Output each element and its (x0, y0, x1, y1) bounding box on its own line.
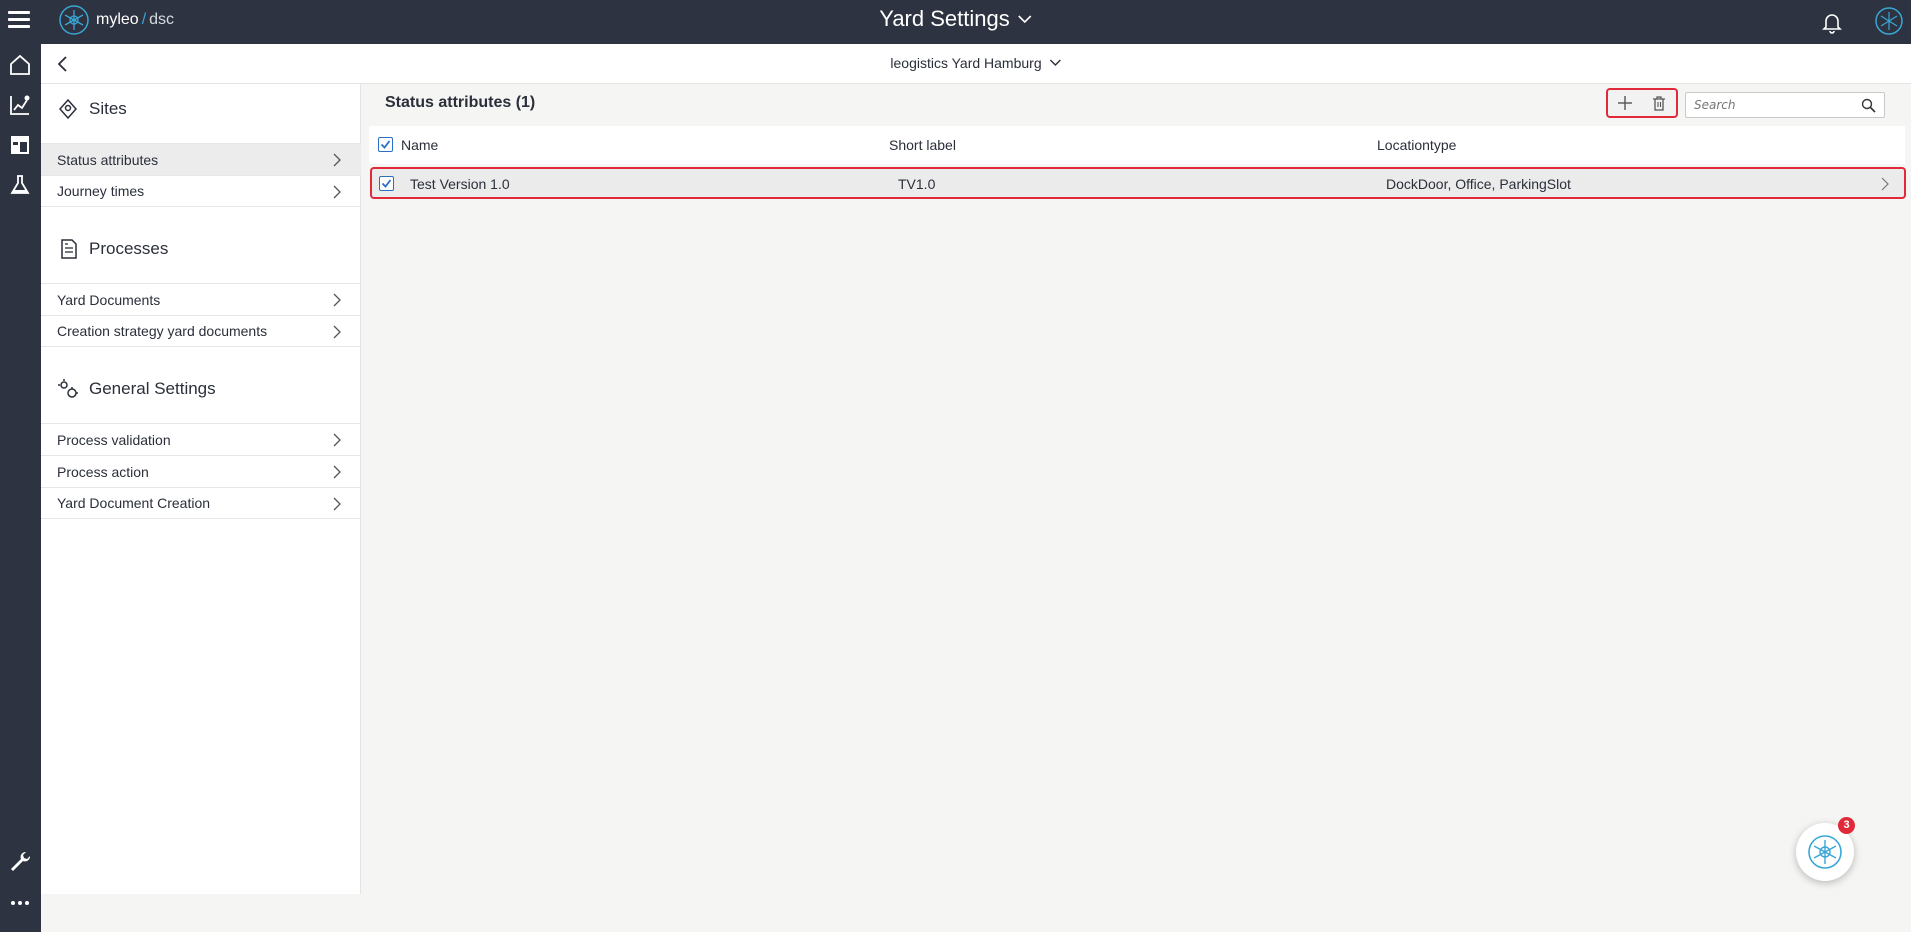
trash-icon (1653, 96, 1665, 111)
user-avatar-icon[interactable] (1874, 6, 1904, 36)
checkmark-icon (380, 140, 391, 149)
chevron-down-icon (1050, 59, 1062, 66)
chevron-right-icon (333, 465, 341, 479)
column-header-short-label[interactable]: Short label (889, 137, 956, 153)
assistant-logo-icon (1808, 835, 1842, 869)
section-title: Processes (89, 239, 169, 258)
chevron-right-icon (333, 293, 341, 307)
chevron-down-icon (1018, 15, 1032, 24)
sidebar-item-label: Journey times (57, 183, 145, 199)
chevron-right-icon (333, 153, 341, 167)
search-field[interactable] (1685, 92, 1885, 118)
settings-sidebar: Sites Status attributes Journey times Pr… (41, 84, 361, 894)
cell-short-label: TV1.0 (898, 176, 936, 192)
sidebar-item-label: Yard Documents (57, 291, 161, 308)
add-button[interactable] (1614, 92, 1636, 114)
section-sites: Sites (57, 98, 127, 120)
dashboard-icon[interactable] (7, 132, 33, 158)
chevron-right-icon (333, 325, 341, 339)
chevron-right-icon (333, 433, 341, 447)
logo-text: myleo / dsc (96, 11, 175, 28)
chevron-right-icon (1881, 177, 1889, 191)
location-diamond-icon (58, 98, 78, 120)
sidebar-item-status-attributes[interactable]: Status attributes (41, 143, 361, 175)
section-title: Sites (89, 99, 127, 118)
analytics-chart-icon[interactable] (7, 92, 33, 118)
back-arrow-icon[interactable] (53, 54, 73, 74)
select-all-checkbox[interactable] (378, 137, 393, 152)
site-name: leogistics Yard Hamburg (890, 55, 1042, 71)
document-list-icon (61, 239, 77, 259)
sidebar-item-label: Yard Document Creation (57, 495, 211, 511)
lab-flask-icon[interactable] (7, 172, 33, 198)
gears-icon (58, 379, 78, 398)
sidebar-item-journey-times[interactable]: Journey times (41, 175, 361, 207)
page-title: Status attributes (1) (385, 94, 536, 111)
assistant-fab-button[interactable]: 3 (1796, 817, 1855, 881)
myleo-logo-icon (59, 5, 89, 35)
chevron-right-icon (333, 185, 341, 199)
sidebar-item-label: Process validation (57, 431, 171, 448)
wrench-settings-icon[interactable] (7, 848, 33, 874)
sidebar-item-label: Status attributes (57, 151, 159, 168)
notification-bell-icon[interactable] (1820, 10, 1844, 34)
top-bar: myleo / dsc Yard Settings (0, 0, 1911, 44)
notification-badge: 3 (1838, 817, 1855, 834)
sidebar-item-process-validation[interactable]: Process validation (41, 423, 361, 455)
left-rail (0, 44, 41, 932)
site-selector[interactable]: leogistics Yard Hamburg (890, 55, 1062, 71)
search-input[interactable] (1686, 93, 1856, 117)
column-header-locationtype[interactable]: Locationtype (1377, 137, 1456, 153)
cell-locationtype: DockDoor, Office, ParkingSlot (1386, 176, 1571, 192)
checkmark-icon (381, 179, 392, 188)
row-checkbox[interactable] (379, 176, 394, 191)
sidebar-item-process-action[interactable]: Process action (41, 455, 361, 487)
app-logo[interactable]: myleo / dsc (58, 4, 174, 36)
delete-button[interactable] (1648, 92, 1670, 114)
search-icon[interactable] (1861, 98, 1876, 113)
app-title: Yard Settings (879, 6, 1010, 31)
column-header-name[interactable]: Name (401, 137, 438, 153)
hamburger-menu-icon[interactable] (6, 8, 32, 34)
cell-name: Test Version 1.0 (410, 176, 510, 192)
home-icon[interactable] (7, 52, 33, 78)
table-toolbar (1606, 88, 1678, 118)
chevron-right-icon (333, 497, 341, 511)
sidebar-item-yard-documents[interactable]: Yard Documents (41, 283, 361, 315)
sidebar-item-creation-strategy[interactable]: Creation strategy yard documents (41, 315, 361, 347)
section-title: General Settings (89, 379, 216, 398)
plus-icon (1618, 96, 1632, 110)
sub-header: leogistics Yard Hamburg (41, 44, 1911, 84)
table-header: Name Short label Locationtype (369, 126, 1905, 164)
section-general-settings: General Settings (57, 378, 216, 400)
section-processes: Processes (57, 238, 168, 260)
table-row[interactable]: Test Version 1.0 TV1.0 DockDoor, Office,… (370, 167, 1906, 199)
sidebar-item-yard-document-creation[interactable]: Yard Document Creation (41, 487, 361, 519)
sidebar-item-label: Creation strategy yard documents (57, 323, 268, 339)
app-title-dropdown[interactable]: Yard Settings (879, 6, 1032, 32)
sidebar-item-label: Process action (57, 463, 149, 480)
more-options-icon[interactable] (7, 890, 33, 916)
